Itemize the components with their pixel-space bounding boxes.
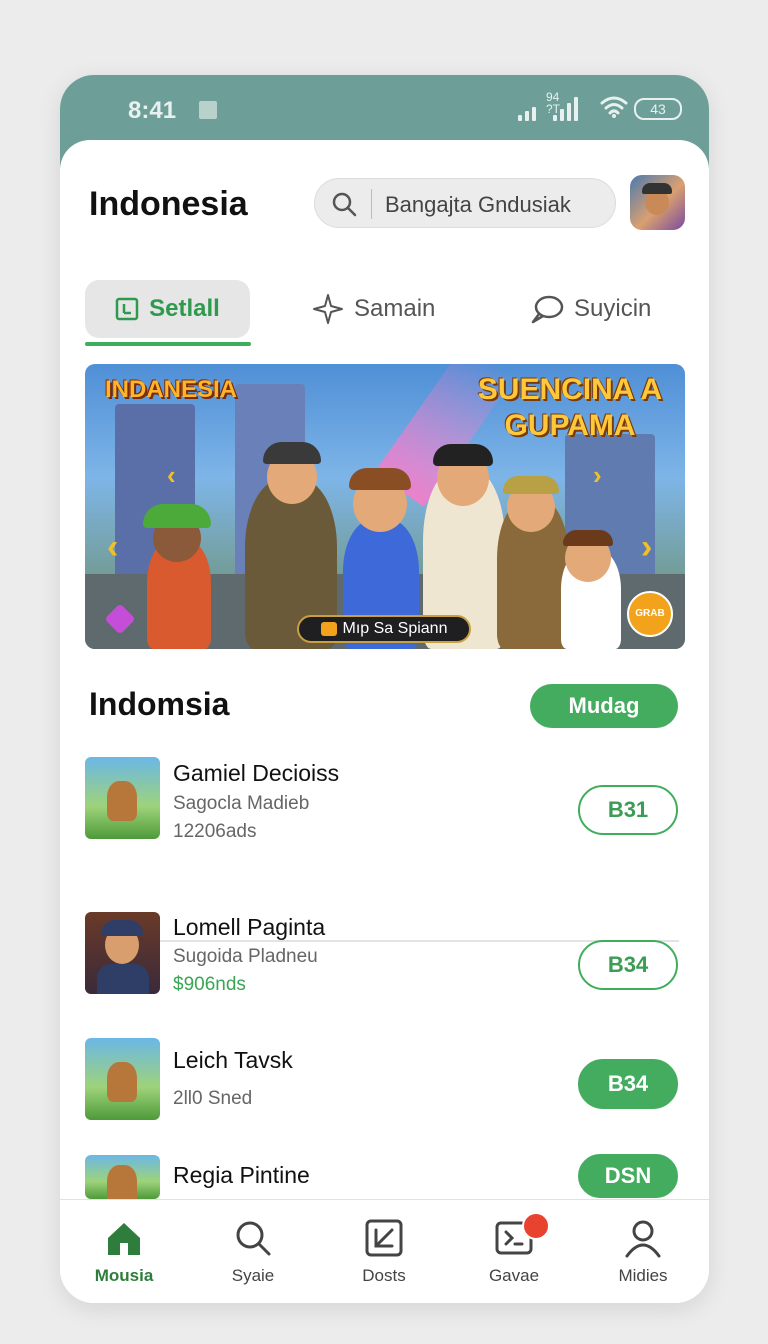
battery-indicator: 43 xyxy=(634,98,682,120)
character-hair xyxy=(433,444,493,466)
character-hair xyxy=(349,468,411,490)
thumb-cap xyxy=(101,920,143,936)
game-meta: 2ll0 Sned xyxy=(173,1088,253,1109)
wifi-icon xyxy=(600,96,628,118)
chat-bubble-icon xyxy=(531,295,564,324)
character-helmet xyxy=(263,442,321,464)
nav-item-profile[interactable]: Midies xyxy=(593,1218,693,1286)
game-thumbnail[interactable] xyxy=(85,1155,160,1199)
tab-label: Samain xyxy=(354,295,436,322)
price-button[interactable]: DSN xyxy=(578,1154,678,1198)
banner-cta-pill[interactable]: Mıp Sa Spiann xyxy=(297,615,471,643)
tab-label: Suyicin xyxy=(574,295,652,322)
avatar-hat xyxy=(642,183,672,194)
badge-icon[interactable]: GRAB xyxy=(627,591,673,637)
nav-item-games[interactable]: Gavae xyxy=(464,1212,564,1286)
page-title: Indonesia xyxy=(89,185,248,223)
game-title[interactable]: Leich Tavsk xyxy=(173,1047,293,1074)
section-title: Indomsia xyxy=(89,686,230,722)
person-icon xyxy=(625,1220,661,1258)
game-thumbnail[interactable] xyxy=(85,1038,160,1120)
search-separator xyxy=(371,189,372,219)
nav-label: Syaie xyxy=(231,1266,275,1285)
search-icon xyxy=(236,1221,271,1256)
chevron-left-icon: ‹ xyxy=(167,460,176,490)
game-meta: $906nds xyxy=(173,974,246,995)
chevron-right-icon[interactable]: › xyxy=(641,528,652,567)
game-thumbnail[interactable] xyxy=(85,912,160,994)
price-button[interactable]: B34 xyxy=(578,940,678,990)
tab-label: Setlall xyxy=(149,295,220,322)
thumb-character xyxy=(107,781,137,821)
status-time: 8:41 xyxy=(128,97,177,124)
home-icon xyxy=(108,1223,140,1255)
pill-label: Mıp Sa Spiann xyxy=(342,620,448,637)
chevron-right-icon: › xyxy=(593,460,602,490)
price-button[interactable]: B34 xyxy=(578,1059,678,1109)
thumb-body xyxy=(97,964,149,994)
nav-label: Midies xyxy=(618,1266,668,1285)
main-content: Indonesia Bangajta Gndusiak Setlall Sama… xyxy=(60,140,709,1303)
search-icon xyxy=(332,192,357,217)
avatar[interactable] xyxy=(630,175,685,230)
character-hair xyxy=(563,530,613,546)
tab-setlall[interactable]: Setlall xyxy=(85,280,250,338)
game-subtitle: Sugoida Pladneu xyxy=(173,946,318,967)
price-button[interactable]: B31 xyxy=(578,785,678,835)
active-tab-indicator xyxy=(85,342,251,346)
banner-right-title: SUENCINA A GUPAMA xyxy=(477,373,663,442)
search-input[interactable]: Bangajta Gndusiak xyxy=(314,178,616,228)
game-thumbnail[interactable] xyxy=(85,757,160,839)
game-subtitle: Sagocla Madieb xyxy=(173,793,310,814)
signal-text: 94 ?T xyxy=(546,90,561,116)
character-hair xyxy=(143,504,211,528)
nav-item-home[interactable]: Mousia xyxy=(74,1218,174,1286)
thumb-character xyxy=(107,1062,137,1102)
nav-label: Mousia xyxy=(94,1266,154,1285)
nav-item-search[interactable]: Syaie xyxy=(203,1218,303,1286)
app-box-icon xyxy=(115,297,139,321)
tab-suyicin[interactable]: Suyicin xyxy=(530,280,651,338)
chevron-left-icon[interactable]: ‹ xyxy=(107,528,118,567)
sparkle-icon xyxy=(313,294,343,324)
game-meta: 12206ads xyxy=(173,821,257,842)
nav-label: Gavae xyxy=(488,1266,540,1285)
nav-item-posts[interactable]: Dosts xyxy=(334,1218,434,1286)
tab-samain[interactable]: Samain xyxy=(312,280,435,338)
search-text: Bangajta Gndusiak xyxy=(385,192,571,217)
edit-box-icon xyxy=(365,1219,403,1257)
game-title[interactable]: Gamiel Decioiss xyxy=(173,760,339,787)
nav-label: Dosts xyxy=(362,1266,406,1285)
game-title[interactable]: Regia Pintine xyxy=(173,1162,310,1189)
gift-icon xyxy=(320,621,337,636)
phone-frame: 8:41 94 ?T 43 Indonesia Bangajta Gndusia… xyxy=(60,75,709,1303)
character-cap xyxy=(503,476,559,494)
bottom-nav: Mousia Syaie Dosts Gavae Midies xyxy=(60,1199,709,1303)
promo-banner[interactable]: INDANESIA SUENCINA A GUPAMA ‹ ‹ › › Mıp … xyxy=(85,364,685,649)
notification-badge-icon xyxy=(522,1212,550,1240)
notification-icon xyxy=(199,101,217,119)
game-title[interactable]: Lomell Paginta xyxy=(173,914,325,941)
thumb-character xyxy=(107,1165,137,1199)
banner-left-title: INDANESIA xyxy=(105,376,238,403)
section-action-button[interactable]: Mudag xyxy=(530,684,678,728)
